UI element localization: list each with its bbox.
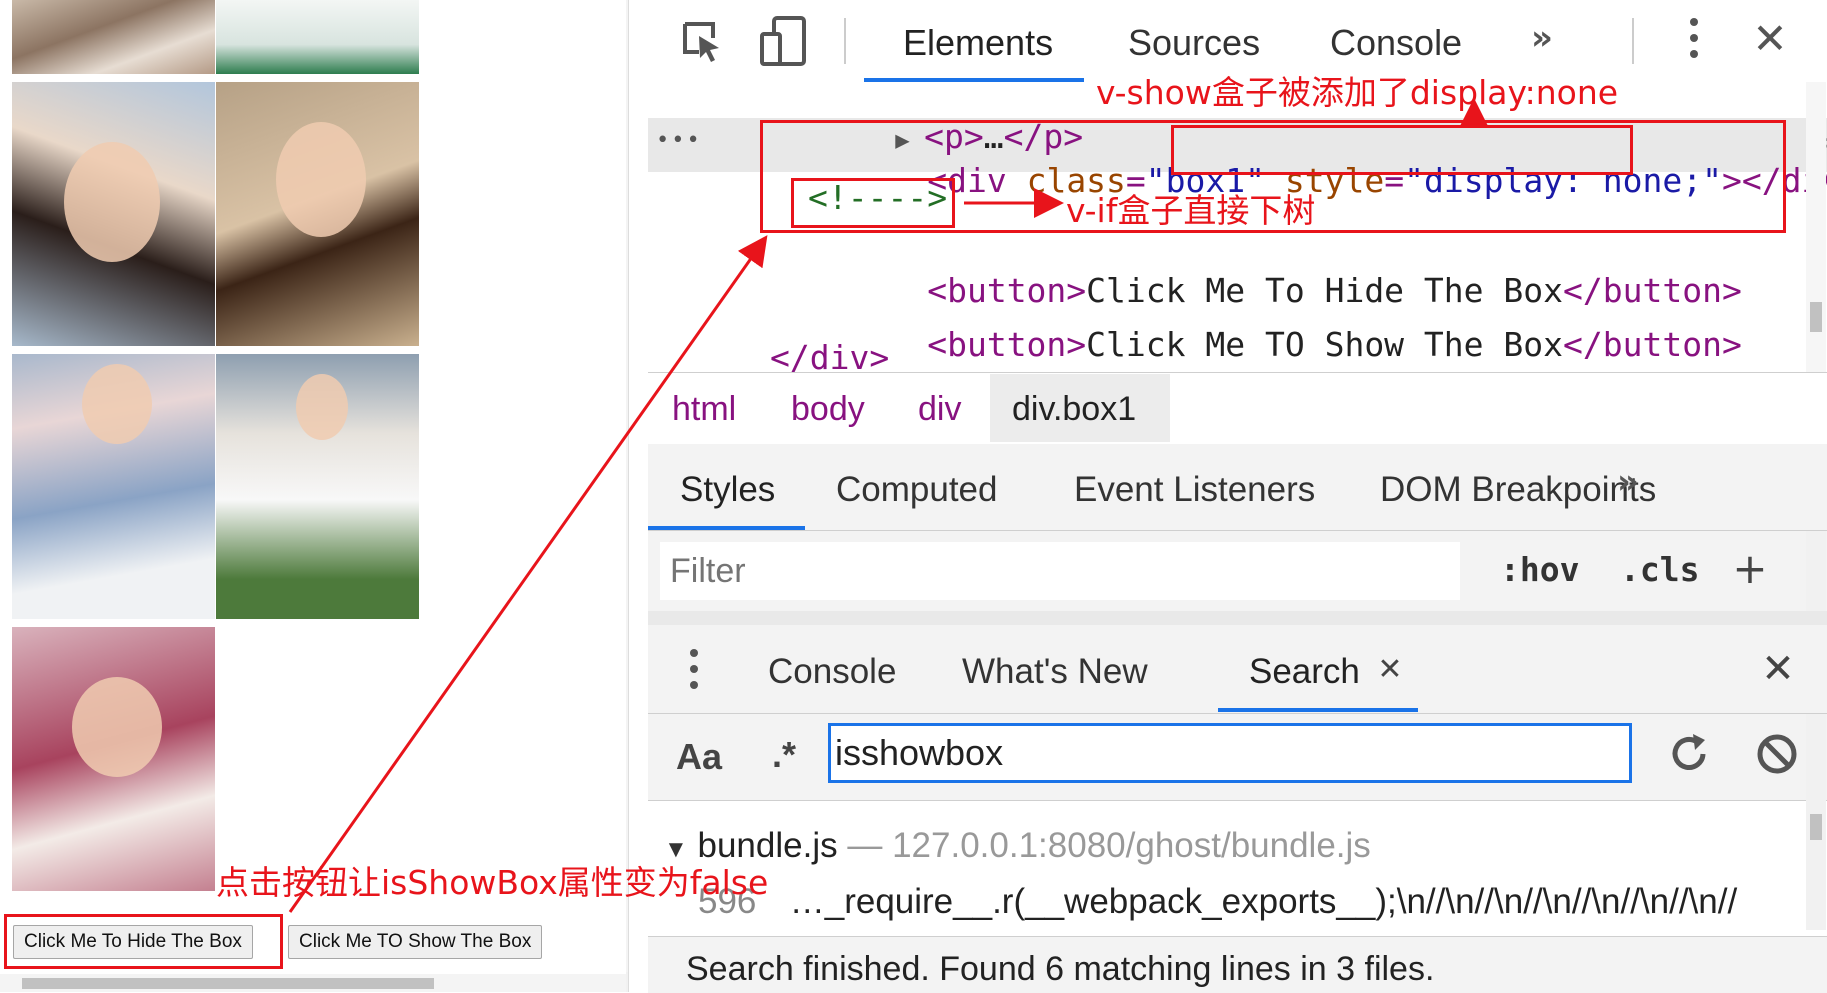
tab-styles-underline (648, 526, 805, 530)
pane-divider[interactable] (628, 0, 649, 992)
breadcrumb-div-box1[interactable]: div.box1 (1012, 390, 1136, 429)
annotation-click: 点击按钮让isShowBox属性变为false (216, 863, 769, 902)
tab-computed[interactable]: Computed (836, 470, 997, 510)
results-scrollbar[interactable] (1806, 714, 1826, 930)
tab-sources[interactable]: Sources (1128, 22, 1260, 64)
photo-1 (12, 0, 215, 74)
dom-node-button-show[interactable]: <button>Click Me TO Show The Box</button… (808, 286, 1742, 372)
annotation-vif: v-if盒子直接下树 (1066, 191, 1316, 230)
result-separator: — (847, 826, 883, 865)
dom-div-close[interactable]: </div> (770, 338, 889, 372)
new-style-rule-icon[interactable]: + (1728, 544, 1772, 593)
close-drawer-icon[interactable]: ✕ (1756, 646, 1800, 692)
refresh-icon[interactable] (1666, 732, 1712, 780)
drawer-tab-search[interactable]: Search (1249, 652, 1360, 692)
styles-scrollbar[interactable] (1806, 531, 1826, 621)
dom-scrollbar[interactable] (1806, 82, 1826, 372)
breadcrumb-body[interactable]: body (791, 390, 865, 429)
chevron-double-right-icon[interactable]: » (1608, 462, 1648, 502)
regex-toggle[interactable]: .* (772, 734, 796, 776)
page-viewport: Click Me To Hide The Box Click Me TO Sho… (0, 0, 628, 992)
annotation-box-comment (791, 178, 955, 228)
results-scrollbar-thumb[interactable] (1810, 814, 1822, 840)
photo-6 (216, 354, 419, 619)
kebab-menu-icon[interactable] (1684, 14, 1704, 66)
dom-scrollbar-thumb[interactable] (1810, 302, 1822, 332)
button-text: Click Me TO Show The Box (1086, 325, 1563, 364)
page-hscroll-thumb[interactable] (22, 978, 434, 989)
match-case-toggle[interactable]: Aa (676, 736, 722, 778)
photo-5 (12, 354, 215, 619)
cls-toggle[interactable]: .cls (1620, 550, 1699, 589)
drawer-search-underline (1218, 708, 1418, 712)
device-toolbar-icon[interactable] (760, 16, 808, 68)
breadcrumb-div[interactable]: div (918, 390, 961, 429)
hov-toggle[interactable]: :hov (1500, 550, 1579, 589)
chevron-double-right-icon[interactable]: » (1522, 18, 1562, 58)
tab-elements[interactable]: Elements (903, 22, 1053, 64)
result-line-row[interactable]: 596 …_require__.r(__webpack_exports__);\… (698, 882, 1798, 922)
tab-styles[interactable]: Styles (680, 470, 775, 510)
annotation-box-hide-button (4, 914, 283, 969)
styles-filter-input[interactable] (660, 542, 1460, 600)
close-devtools-icon[interactable]: ✕ (1748, 14, 1792, 63)
breadcrumb-html[interactable]: html (672, 390, 736, 429)
close-search-tab-icon[interactable]: ✕ (1374, 652, 1406, 687)
result-line-text: …_require__.r(__webpack_exports__);\n//\… (789, 882, 1738, 921)
photo-3 (12, 82, 215, 346)
search-query-input[interactable] (828, 723, 1632, 783)
result-file-row[interactable]: ▼ bundle.js — 127.0.0.1:8080/ghost/bundl… (664, 826, 1371, 866)
tab-event-listeners[interactable]: Event Listeners (1074, 470, 1315, 510)
inspect-element-icon[interactable] (678, 18, 726, 66)
page-horizontal-scrollbar[interactable] (0, 974, 626, 992)
annotation-box-style (1171, 125, 1633, 175)
annotation-vshow: v-show盒子被添加了display:none (1096, 73, 1619, 112)
photo-7 (12, 627, 215, 891)
tab-console[interactable]: Console (1330, 22, 1462, 64)
button-close-tag: </button> (1563, 325, 1742, 364)
show-box-button[interactable]: Click Me TO Show The Box (288, 925, 543, 959)
button-open-tag: <button> (927, 325, 1087, 364)
result-file-path: 127.0.0.1:8080/ghost/bundle.js (892, 826, 1371, 865)
search-status-text: Search finished. Found 6 matching lines … (686, 950, 1435, 988)
photo-2 (216, 0, 419, 74)
drawer-tab-console[interactable]: Console (768, 652, 896, 692)
drawer-menu-icon[interactable] (684, 646, 704, 696)
styles-pane-gap (648, 611, 1827, 625)
clear-search-icon[interactable] (1754, 732, 1800, 780)
row-menu-icon[interactable]: ••• (656, 128, 702, 153)
drawer-tab-whats-new[interactable]: What's New (962, 652, 1148, 692)
photo-4 (216, 82, 419, 346)
